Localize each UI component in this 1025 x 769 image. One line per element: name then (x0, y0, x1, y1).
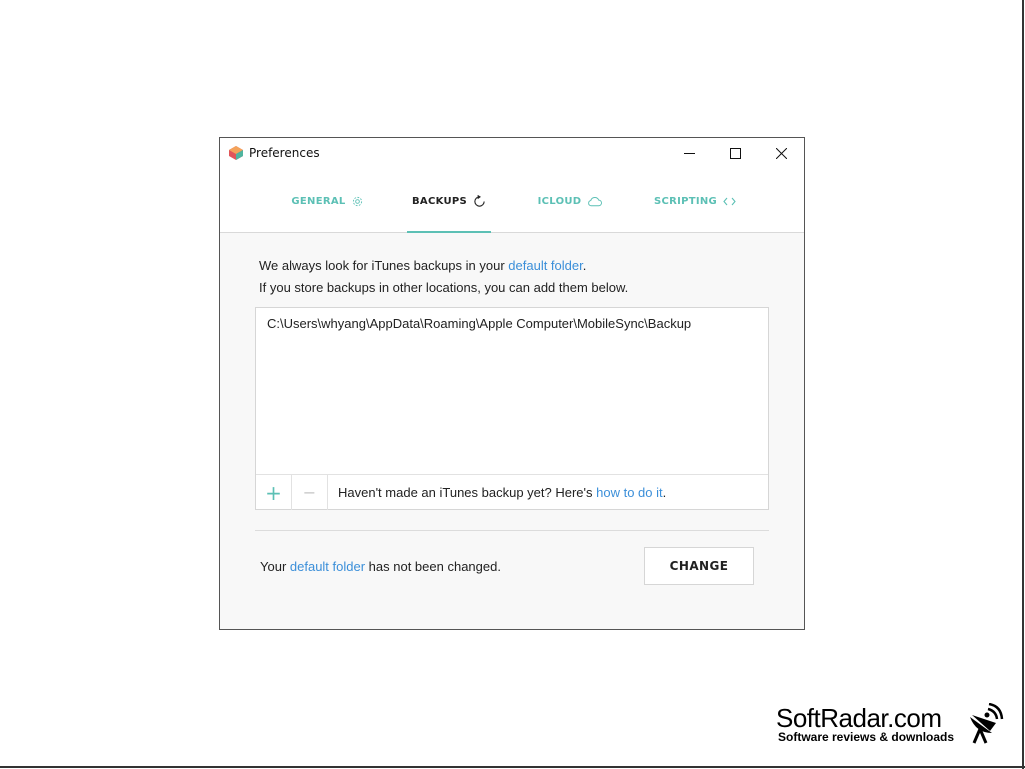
status-prefix: Your (260, 559, 290, 574)
backup-hint-text: Haven't made an iTunes backup yet? Here'… (338, 485, 597, 500)
title-bar: Preferences (220, 138, 804, 170)
screen-edge-right (1022, 0, 1024, 769)
remove-location-button[interactable]: − (292, 475, 328, 510)
watermark-tagline: Software reviews & downloads (778, 730, 955, 744)
tab-backups[interactable]: BACKUPS (407, 170, 491, 233)
minimize-button[interactable] (666, 138, 712, 168)
code-icon (723, 197, 736, 205)
tab-general-label: GENERAL (291, 195, 346, 207)
list-footer: + − Haven't made an iTunes backup yet? H… (256, 474, 768, 510)
minimize-icon (683, 152, 695, 154)
status-text: Your default folder has not been changed… (260, 559, 501, 574)
maximize-button[interactable] (712, 138, 758, 168)
softradar-watermark: SoftRadar.com Software reviews & downloa… (776, 703, 1006, 745)
default-folder-link[interactable]: default folder (508, 258, 582, 273)
how-to-link[interactable]: how to do it (596, 485, 663, 500)
tab-bar: GENERAL BACKUPS ICLOUD SCRIPTING (220, 170, 804, 233)
backup-hint-suffix: . (662, 485, 667, 500)
divider (255, 530, 769, 531)
refresh-icon (474, 194, 485, 207)
tab-scripting[interactable]: SCRIPTING (650, 170, 740, 232)
intro-line-1-suffix: . (582, 258, 587, 273)
gear-icon (352, 196, 362, 206)
tab-scripting-label: SCRIPTING (653, 195, 718, 207)
tab-backups-label: BACKUPS (411, 195, 468, 207)
tab-general[interactable]: GENERAL (282, 170, 372, 232)
maximize-icon (729, 147, 741, 159)
tab-icloud[interactable]: ICLOUD (530, 170, 610, 232)
list-item[interactable]: C:\Users\whyang\AppData\Roaming\Apple Co… (267, 316, 691, 331)
window-title: Preferences (249, 146, 320, 160)
intro-line-2: If you store backups in other locations,… (259, 280, 629, 295)
cloud-icon (588, 196, 603, 206)
intro-line-1-text: We always look for iTunes backups in you… (259, 258, 509, 273)
screen-edge-bottom (0, 766, 1025, 768)
add-location-button[interactable]: + (256, 475, 292, 510)
backups-panel: We always look for iTunes backups in you… (220, 233, 804, 629)
close-icon (775, 147, 787, 159)
backup-locations-list: C:\Users\whyang\AppData\Roaming\Apple Co… (255, 307, 769, 510)
intro-line-1: We always look for iTunes backups in you… (259, 255, 628, 277)
app-logo-icon (229, 146, 243, 160)
satellite-dish-icon (970, 703, 1004, 744)
status-suffix: has not been changed. (365, 559, 501, 574)
status-default-folder-link[interactable]: default folder (290, 559, 365, 574)
change-button[interactable]: CHANGE (644, 547, 754, 585)
backup-hint: Haven't made an iTunes backup yet? Here'… (338, 485, 666, 500)
close-button[interactable] (758, 138, 804, 168)
tab-icloud-label: ICLOUD (537, 195, 582, 207)
intro-text: We always look for iTunes backups in you… (259, 255, 628, 299)
preferences-window: Preferences GENERAL BACKUPS ICLOUD SCRIP… (219, 137, 805, 630)
